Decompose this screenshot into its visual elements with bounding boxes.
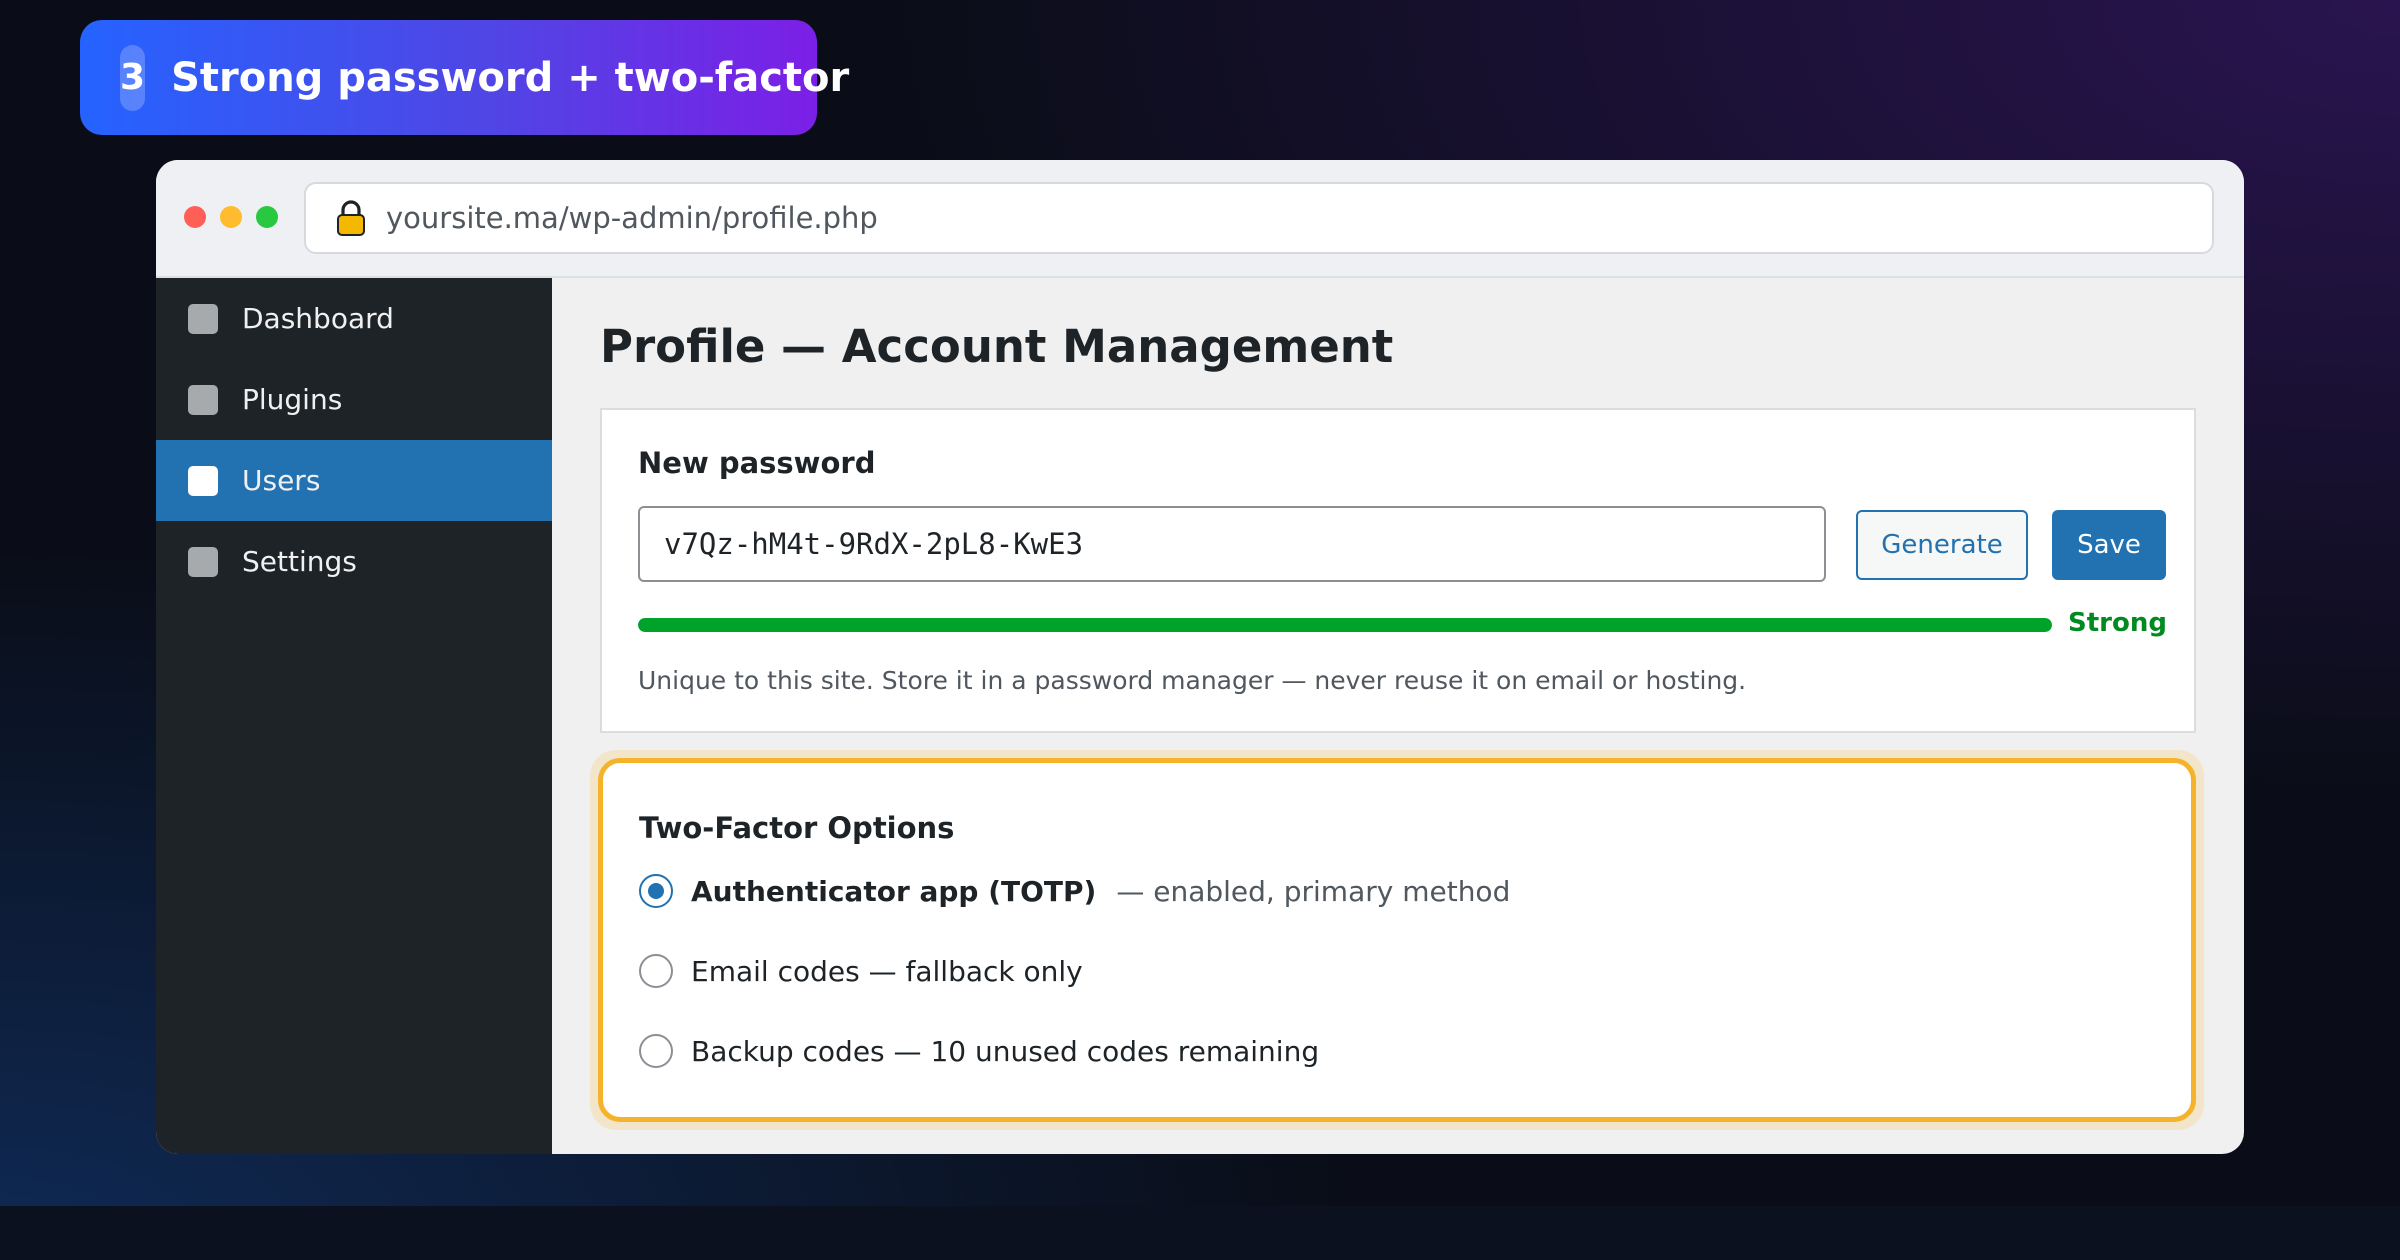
close-window-button[interactable]	[184, 206, 206, 228]
step-title: Strong password + two-factor	[171, 54, 850, 101]
two-factor-option-totp[interactable]: Authenticator app (TOTP) — enabled, prim…	[639, 871, 1510, 911]
main-content: Profile — Account Management New passwor…	[552, 278, 2244, 1154]
new-password-heading: New password	[638, 446, 876, 480]
users-icon	[188, 465, 218, 496]
sidebar-item-settings[interactable]: Settings	[156, 521, 552, 602]
two-factor-option-label: Backup codes — 10 unused codes remaining	[691, 1034, 1320, 1068]
bottom-band	[0, 1206, 2400, 1260]
plugins-icon	[188, 384, 218, 415]
password-strength-meter	[638, 618, 2052, 632]
browser-window: yoursite.ma/wp-admin/profile.php Dashboa…	[156, 160, 2244, 1154]
password-strength-fill	[638, 618, 2052, 632]
sidebar-item-label: Settings	[242, 545, 357, 578]
sidebar-item-label: Dashboard	[242, 302, 394, 335]
minimize-window-button[interactable]	[220, 206, 242, 228]
lock-icon	[337, 200, 365, 236]
two-factor-option-email[interactable]: Email codes — fallback only	[639, 951, 1083, 991]
two-factor-option-backup[interactable]: Backup codes — 10 unused codes remaining	[639, 1031, 1319, 1071]
url-text: yoursite.ma/wp-admin/profile.php	[386, 201, 878, 235]
sidebar-item-dashboard[interactable]: Dashboard	[156, 278, 552, 359]
password-card: New password Generate Save Strong Unique…	[600, 408, 2196, 733]
two-factor-card: Two-Factor Options Authenticator app (TO…	[598, 758, 2196, 1122]
two-factor-option-note: — enabled, primary method	[1116, 874, 1511, 908]
page-title: Profile — Account Management	[600, 320, 1394, 373]
step-number: 3	[120, 44, 146, 111]
password-helper-text: Unique to this site. Store it in a passw…	[638, 666, 1747, 695]
generate-password-button[interactable]: Generate	[1856, 510, 2028, 580]
step-badge: 3 Strong password + two-factor	[80, 20, 849, 135]
sidebar-item-label: Users	[242, 464, 321, 497]
sidebar-item-users[interactable]: Users	[156, 440, 552, 521]
two-factor-option-label: Email codes — fallback only	[691, 954, 1083, 988]
save-button[interactable]: Save	[2052, 510, 2166, 580]
admin-sidebar: Dashboard Plugins Users Settings	[156, 278, 552, 1154]
password-strength-label: Strong	[2068, 608, 2167, 638]
radio-email[interactable]	[639, 954, 673, 988]
radio-totp[interactable]	[639, 874, 673, 908]
dashboard-icon	[188, 303, 218, 334]
maximize-window-button[interactable]	[256, 206, 278, 228]
new-password-input[interactable]	[638, 506, 1826, 582]
two-factor-heading: Two-Factor Options	[639, 811, 955, 845]
settings-icon	[188, 546, 218, 577]
sidebar-item-plugins[interactable]: Plugins	[156, 359, 552, 440]
sidebar-item-label: Plugins	[242, 383, 343, 416]
browser-chrome: yoursite.ma/wp-admin/profile.php	[156, 160, 2244, 278]
two-factor-option-label: Authenticator app (TOTP)	[691, 874, 1097, 908]
address-bar[interactable]: yoursite.ma/wp-admin/profile.php	[304, 182, 2214, 254]
radio-backup[interactable]	[639, 1034, 673, 1068]
